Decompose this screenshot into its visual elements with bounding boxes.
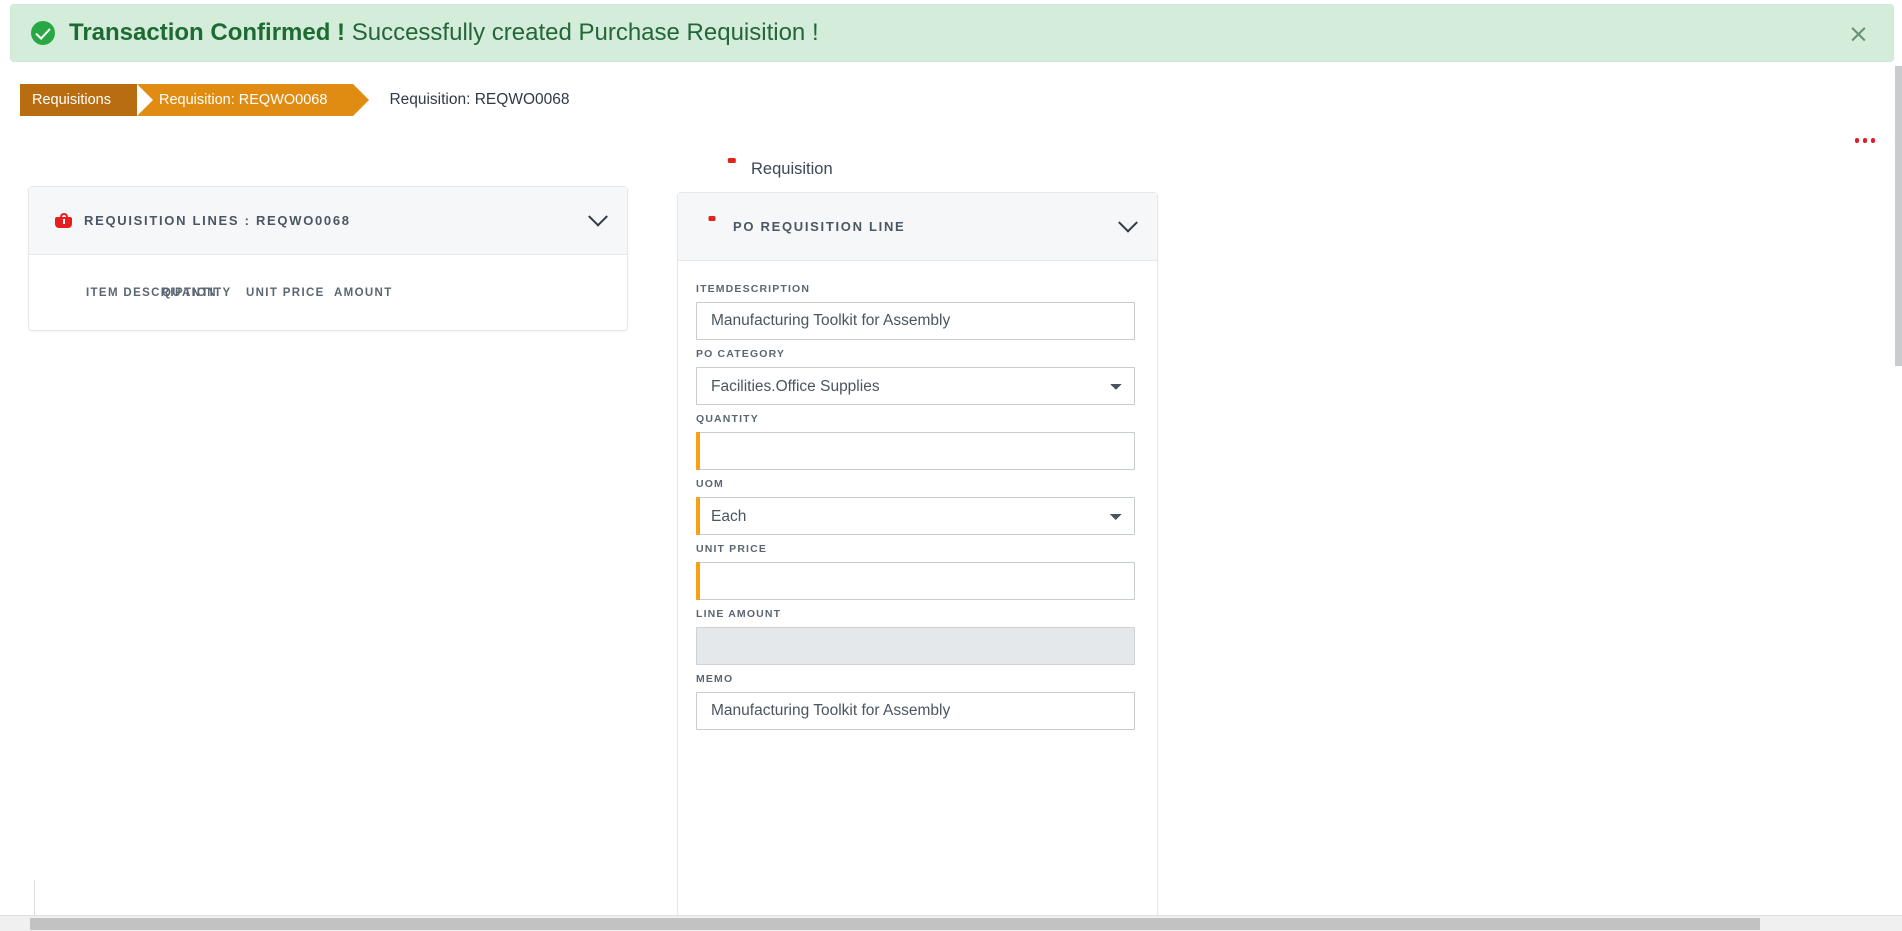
memo-input[interactable] (696, 692, 1135, 730)
shopping-basket-icon (55, 213, 72, 228)
po-requisition-line-form: ITEMDESCRIPTION PO CATEGORY Facilities.O… (678, 261, 1157, 730)
requisition-lines-card: REQUISITION LINES : REQWO0068 ITEM DESCR… (28, 186, 628, 331)
tab-requisition[interactable]: Requisition (721, 157, 833, 179)
field-line-amount: LINE AMOUNT (696, 608, 1135, 665)
field-po-category: PO CATEGORY Facilities.Office Supplies (696, 348, 1135, 405)
requisition-lines-table: ITEM DESCRIPTION QUANTITY UNIT PRICE AMO… (29, 255, 627, 331)
breadcrumb: Requisitions Requisition: REQWO0068 (20, 84, 370, 116)
ellipsis-dot (1862, 138, 1867, 143)
field-unit-price: UNIT PRICE (696, 543, 1135, 600)
label-uom: UOM (696, 478, 724, 490)
horizontal-scrollbar[interactable] (0, 915, 1902, 931)
required-marker (696, 432, 700, 470)
banner-message: Transaction Confirmed ! Successfully cre… (69, 21, 819, 45)
clipboard-check-icon (703, 216, 720, 235)
label-unit-price: UNIT PRICE (696, 543, 768, 555)
column-header-quantity: QUANTITY (162, 287, 232, 299)
requisition-lines-header: REQUISITION LINES : REQWO0068 (29, 187, 627, 255)
vertical-scrollbar-thumb[interactable] (1895, 66, 1902, 366)
banner-detail-text: Successfully created Purchase Requisitio… (351, 19, 819, 46)
po-requisition-line-header: PO REQUISITION LINE (678, 193, 1157, 261)
column-header-unit-price: UNIT PRICE (246, 287, 325, 299)
clipboard-check-icon (721, 157, 741, 179)
po-requisition-line-title: PO REQUISITION LINE (733, 219, 906, 234)
divider (34, 880, 35, 915)
field-memo: MEMO (696, 673, 1135, 730)
ellipsis-dot (1854, 138, 1859, 143)
po-requisition-line-card: PO REQUISITION LINE ITEMDESCRIPTION PO C… (677, 192, 1158, 931)
success-banner: Transaction Confirmed ! Successfully cre… (10, 4, 1894, 62)
breadcrumb-item-requisitions[interactable]: Requisitions (20, 84, 153, 116)
label-item-description: ITEMDESCRIPTION (696, 283, 811, 295)
label-po-category: PO CATEGORY (696, 348, 786, 360)
ellipsis-dot (1870, 138, 1875, 143)
field-quantity: QUANTITY (696, 413, 1135, 470)
breadcrumb-item-requisition-detail[interactable]: Requisition: REQWO0068 (137, 84, 370, 116)
label-quantity: QUANTITY (696, 413, 759, 425)
po-category-select[interactable]: Facilities.Office Supplies (696, 367, 1135, 405)
breadcrumb-bar: Requisitions Requisition: REQWO0068 Requ… (0, 72, 1902, 128)
label-line-amount: LINE AMOUNT (696, 608, 782, 620)
field-uom: UOM Each (696, 478, 1135, 535)
required-marker (696, 562, 700, 600)
vertical-scrollbar[interactable] (1895, 66, 1902, 915)
horizontal-scrollbar-thumb[interactable] (30, 918, 1760, 930)
item-description-input[interactable] (696, 302, 1135, 340)
page-title: Requisition: REQWO0068 (389, 91, 570, 108)
field-item-description: ITEMDESCRIPTION (696, 283, 1135, 340)
requisition-lines-title: REQUISITION LINES : REQWO0068 (84, 213, 351, 228)
label-memo: MEMO (696, 673, 734, 685)
unit-price-input[interactable] (696, 562, 1135, 600)
column-header-item-description: ITEM DESCRIPTION (86, 287, 217, 299)
chevron-down-icon[interactable] (1118, 212, 1138, 233)
uom-select[interactable]: Each (696, 497, 1135, 535)
required-marker (696, 497, 700, 535)
column-header-amount: AMOUNT (334, 287, 393, 299)
ellipsis-menu-icon[interactable] (1850, 133, 1881, 148)
tab-requisition-label: Requisition (751, 160, 833, 178)
chevron-down-icon[interactable] (588, 206, 608, 227)
quantity-input[interactable] (696, 432, 1135, 470)
check-circle-icon (31, 21, 55, 45)
close-icon[interactable]: × (1842, 21, 1875, 46)
banner-strong-text: Transaction Confirmed ! (69, 19, 346, 46)
line-amount-input (696, 627, 1135, 665)
